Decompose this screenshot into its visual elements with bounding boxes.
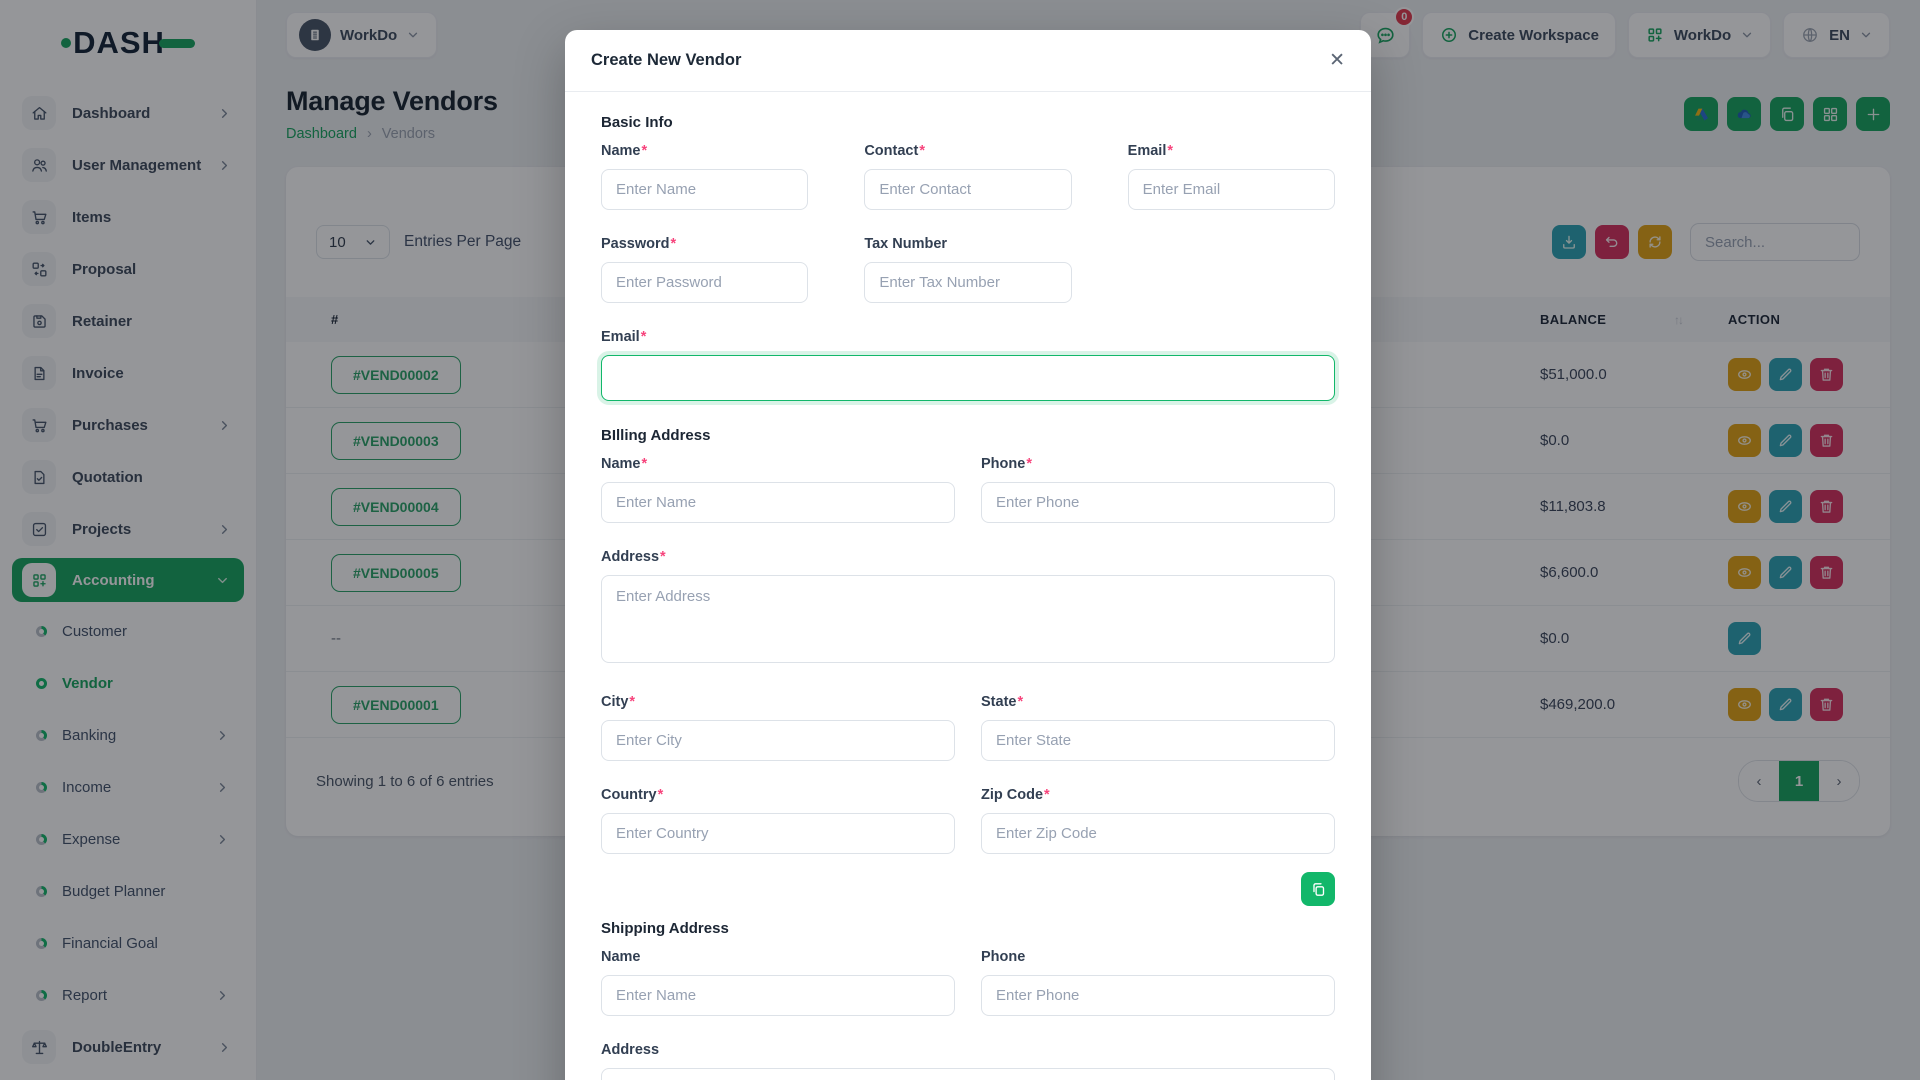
form-row: Email* bbox=[601, 329, 1335, 401]
required-asterisk: * bbox=[1167, 143, 1173, 159]
required-asterisk: * bbox=[1026, 456, 1032, 472]
field-zip-code: Zip Code* bbox=[981, 787, 1335, 854]
required-asterisk: * bbox=[629, 694, 636, 710]
required-asterisk: * bbox=[657, 787, 664, 803]
field-label: Name bbox=[601, 949, 641, 965]
field-contact: Contact* bbox=[864, 143, 1072, 210]
copy-billing-to-shipping-button[interactable] bbox=[1301, 872, 1335, 906]
password-input[interactable] bbox=[601, 262, 809, 303]
modal-header: Create New Vendor ✕ bbox=[565, 30, 1371, 92]
required-asterisk: * bbox=[640, 329, 647, 345]
field-label: Email* bbox=[1127, 143, 1173, 159]
required-asterisk: * bbox=[919, 143, 925, 159]
field-label: Name* bbox=[601, 143, 648, 159]
field-address: Address bbox=[601, 1042, 1335, 1080]
copy-icon bbox=[1309, 880, 1328, 899]
field-address: Address* bbox=[601, 549, 1335, 668]
phone-input[interactable] bbox=[981, 975, 1335, 1016]
field-email: Email* bbox=[601, 329, 1335, 401]
field-label: Address* bbox=[601, 549, 666, 565]
field-name: Name* bbox=[601, 143, 809, 210]
field-label: Phone bbox=[981, 949, 1026, 965]
form-row: Name* Phone* bbox=[601, 456, 1335, 523]
field-label: Address bbox=[601, 1042, 660, 1058]
address-textarea[interactable] bbox=[601, 575, 1335, 663]
field-label: Password* bbox=[601, 236, 677, 252]
form-row: Name Phone bbox=[601, 949, 1335, 1016]
form-row: Address* bbox=[601, 549, 1335, 668]
field-state: State* bbox=[981, 694, 1335, 761]
name-input[interactable] bbox=[601, 169, 809, 210]
name-input[interactable] bbox=[601, 482, 955, 523]
field-password: Password* bbox=[601, 236, 809, 303]
form-row: Name* Contact* Email* bbox=[601, 143, 1335, 210]
section-heading: BIlling Address bbox=[601, 427, 711, 444]
field-name: Name bbox=[601, 949, 955, 1016]
close-icon[interactable]: ✕ bbox=[1329, 51, 1345, 70]
required-asterisk: * bbox=[670, 236, 677, 252]
field-label: Contact* bbox=[864, 143, 925, 159]
field-label: Name* bbox=[601, 456, 648, 472]
field-phone: Phone bbox=[981, 949, 1335, 1016]
field-city: City* bbox=[601, 694, 955, 761]
tax-number-input[interactable] bbox=[864, 262, 1072, 303]
zip-code-input[interactable] bbox=[981, 813, 1335, 854]
copy-billing-row bbox=[601, 872, 1335, 906]
field-country: Country* bbox=[601, 787, 955, 854]
modal-title: Create New Vendor bbox=[591, 51, 742, 69]
contact-input[interactable] bbox=[864, 169, 1072, 210]
required-asterisk: * bbox=[1044, 787, 1050, 803]
form-row: City* State* bbox=[601, 694, 1335, 761]
section-heading: Basic Info bbox=[601, 114, 673, 131]
field-label: City* bbox=[601, 694, 636, 710]
create-vendor-modal: Create New Vendor ✕ Basic InfoName*Conta… bbox=[565, 30, 1371, 1080]
field-email: Email* bbox=[1127, 143, 1335, 210]
country-input[interactable] bbox=[601, 813, 955, 854]
field-label: Phone* bbox=[981, 456, 1032, 472]
field-label: State* bbox=[981, 694, 1024, 710]
field-label: Zip Code* bbox=[981, 787, 1050, 803]
modal-body: Basic InfoName*Contact*Email*Password*Ta… bbox=[565, 92, 1371, 1080]
field-label: Tax Number bbox=[864, 236, 948, 252]
phone-input[interactable] bbox=[981, 482, 1335, 523]
field-name: Name* bbox=[601, 456, 955, 523]
name-input[interactable] bbox=[601, 975, 955, 1016]
form-row: Country* Zip Code* bbox=[601, 787, 1335, 854]
section-heading: Shipping Address bbox=[601, 920, 729, 937]
form-row: Address bbox=[601, 1042, 1335, 1080]
field-phone: Phone* bbox=[981, 456, 1335, 523]
city-input[interactable] bbox=[601, 720, 955, 761]
email-input[interactable] bbox=[601, 355, 1335, 401]
required-asterisk: * bbox=[1017, 694, 1024, 710]
form-row: Password* Tax Number bbox=[601, 236, 1335, 303]
field-label: Country* bbox=[601, 787, 664, 803]
required-asterisk: * bbox=[641, 456, 648, 472]
required-asterisk: * bbox=[641, 143, 648, 159]
state-input[interactable] bbox=[981, 720, 1335, 761]
address-textarea[interactable] bbox=[601, 1068, 1335, 1080]
field-tax-number: Tax Number bbox=[864, 236, 1072, 303]
email-input[interactable] bbox=[1127, 169, 1335, 210]
field-label: Email* bbox=[601, 329, 647, 345]
required-asterisk: * bbox=[660, 549, 666, 565]
